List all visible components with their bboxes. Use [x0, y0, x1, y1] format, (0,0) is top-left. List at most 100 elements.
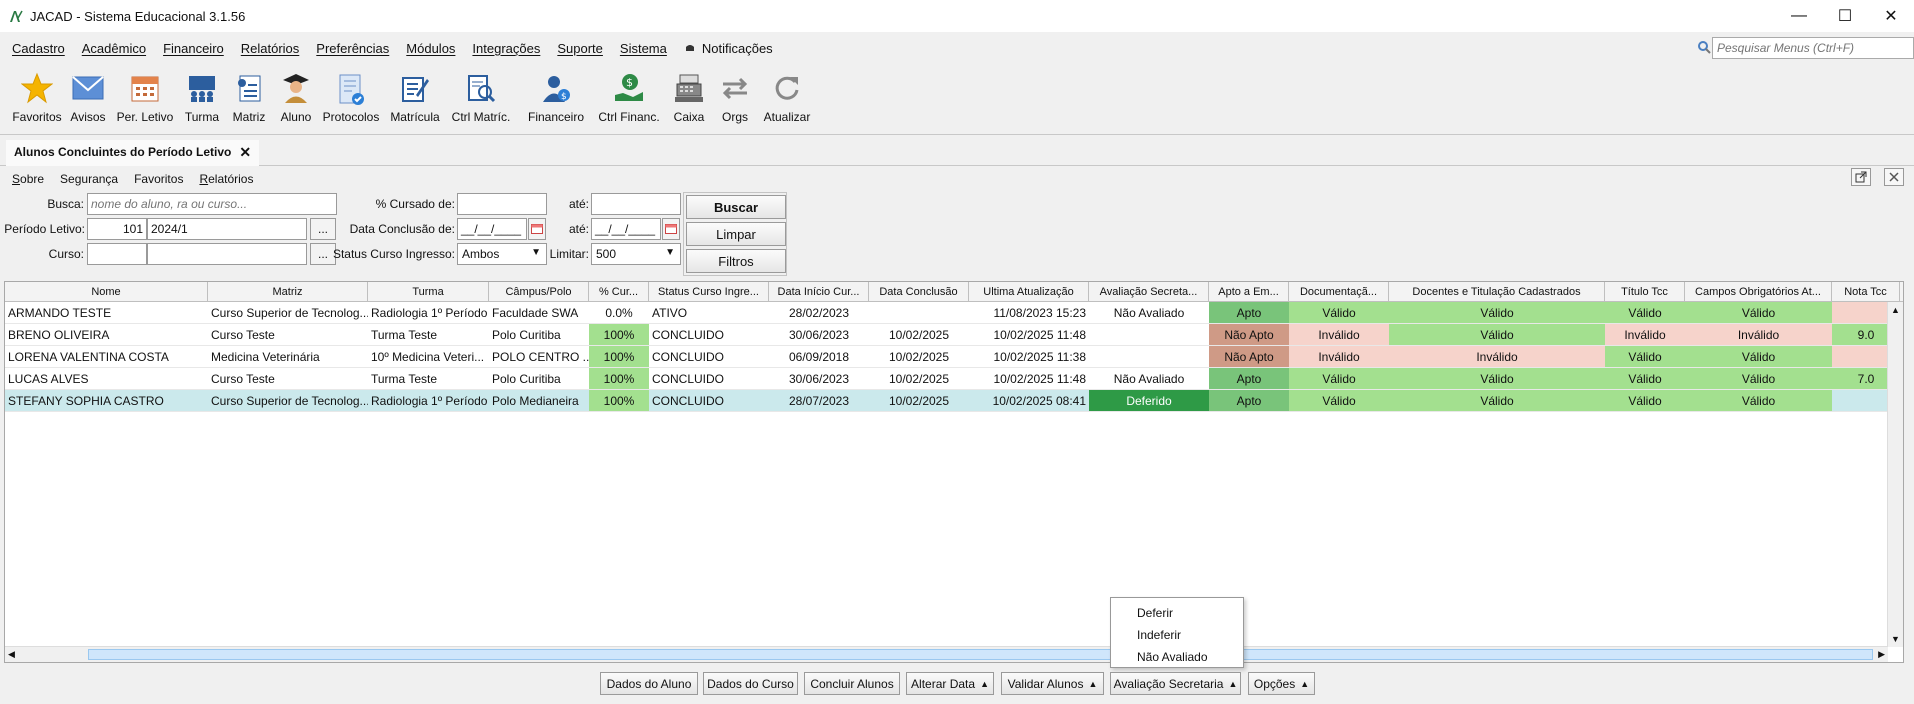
- column-header-docentes[interactable]: Docentes e Titulação Cadastrados: [1389, 282, 1605, 302]
- toolbar-caixa-button[interactable]: Caixa: [666, 64, 712, 132]
- limpar-button[interactable]: Limpar: [686, 222, 786, 246]
- tab-alunos-concluintes[interactable]: Alunos Concluintes do Período Letivo ✕: [6, 140, 260, 166]
- horizontal-scrollbar[interactable]: ◀ ▶: [5, 646, 1888, 662]
- menu-search-input[interactable]: [1713, 41, 1908, 55]
- menu-relatorios[interactable]: Relatórios: [241, 41, 300, 56]
- concluir-alunos-button[interactable]: Concluir Alunos: [804, 672, 900, 695]
- toolbar-orgs-button[interactable]: Orgs: [712, 64, 758, 132]
- table-row-selected[interactable]: STEFANY SOPHIA CASTRO Curso Superior de …: [5, 390, 1900, 412]
- toolbar-matricula-button[interactable]: Matrícula: [382, 64, 448, 132]
- menu-sistema[interactable]: Sistema: [620, 41, 667, 56]
- data-conclusao-ate-field[interactable]: __/__/____: [591, 218, 661, 240]
- toolbar-matriz-button[interactable]: Matriz: [226, 64, 272, 132]
- table-row[interactable]: LORENA VALENTINA COSTA Medicina Veteriná…: [5, 346, 1900, 368]
- column-header-data-conclusao[interactable]: Data Conclusão: [869, 282, 969, 302]
- cell-ultima-atualizacao: 10/02/2025 08:41: [969, 390, 1089, 412]
- busca-input[interactable]: [87, 193, 337, 215]
- validar-alunos-button[interactable]: Validar Alunos ▲: [1001, 672, 1104, 695]
- menu-notificacoes[interactable]: Notificações: [684, 41, 773, 56]
- menu-financeiro[interactable]: Financeiro: [163, 41, 224, 56]
- avaliacao-secretaria-button[interactable]: Avaliação Secretaria ▲: [1110, 672, 1241, 695]
- calendar-picker-icon[interactable]: [528, 218, 546, 240]
- curso-field[interactable]: [147, 243, 307, 265]
- detach-window-icon[interactable]: [1851, 168, 1871, 186]
- column-header-ultima-atualizacao[interactable]: Ultima Atualização: [969, 282, 1089, 302]
- submenu-relatorios[interactable]: Relatórios: [199, 172, 253, 186]
- curso-code-field[interactable]: [87, 243, 147, 265]
- protocol-icon: [333, 70, 369, 110]
- svg-text:$: $: [626, 76, 633, 89]
- submenu-favoritos[interactable]: Favoritos: [134, 172, 183, 186]
- toolbar-per-letivo-button[interactable]: Per. Letivo: [112, 64, 178, 132]
- column-header-apto[interactable]: Apto a Em...: [1209, 282, 1289, 302]
- toolbar-financeiro-button[interactable]: $ Financeiro: [520, 64, 592, 132]
- table-row[interactable]: ARMANDO TESTE Curso Superior de Tecnolog…: [5, 302, 1900, 324]
- menu-integracoes[interactable]: Integrações: [472, 41, 540, 56]
- calendar-picker-icon[interactable]: [662, 218, 680, 240]
- column-header-nome[interactable]: Nome: [5, 282, 208, 302]
- menu-preferencias[interactable]: Preferências: [316, 41, 389, 56]
- popup-item-indeferir[interactable]: Indeferir: [1137, 628, 1181, 642]
- toolbar-atualizar-button[interactable]: Atualizar: [758, 64, 816, 132]
- column-settings-icon[interactable]: [1900, 282, 1903, 302]
- table-row[interactable]: BRENO OLIVEIRA Curso Teste Turma Teste P…: [5, 324, 1900, 346]
- toolbar-protocolos-button[interactable]: Protocolos: [320, 64, 382, 132]
- dados-do-curso-button[interactable]: Dados do Curso: [703, 672, 798, 695]
- cell-campos-obrigatorios: Válido: [1685, 346, 1832, 368]
- menu-suporte[interactable]: Suporte: [557, 41, 603, 56]
- status-curso-select[interactable]: Ambos ▼: [457, 243, 547, 265]
- menu-academico[interactable]: Acadêmico: [82, 41, 146, 56]
- scroll-up-icon[interactable]: ▲: [1891, 305, 1900, 315]
- buscar-button[interactable]: Buscar: [686, 195, 786, 219]
- opcoes-button[interactable]: Opções ▲: [1248, 672, 1315, 695]
- table-row[interactable]: LUCAS ALVES Curso Teste Turma Teste Polo…: [5, 368, 1900, 390]
- vertical-scrollbar[interactable]: ▲ ▼: [1887, 302, 1903, 647]
- close-screen-icon[interactable]: [1884, 168, 1904, 186]
- dados-do-aluno-button[interactable]: Dados do Aluno: [600, 672, 698, 695]
- column-header-status[interactable]: Status Curso Ingre...: [649, 282, 769, 302]
- cursado-ate-field[interactable]: [591, 193, 681, 215]
- close-icon[interactable]: ✕: [1868, 0, 1914, 32]
- column-header-campus[interactable]: Câmpus/Polo: [489, 282, 589, 302]
- column-header-matriz[interactable]: Matriz: [208, 282, 368, 302]
- minimize-icon[interactable]: —: [1776, 0, 1822, 32]
- menu-modulos[interactable]: Módulos: [406, 41, 455, 56]
- periodo-letivo-lookup-button[interactable]: ...: [310, 218, 336, 240]
- column-header-turma[interactable]: Turma: [368, 282, 489, 302]
- periodo-letivo-field[interactable]: 2024/1: [147, 218, 307, 240]
- toolbar-turma-button[interactable]: Turma: [178, 64, 226, 132]
- submenu-sobre[interactable]: Sobre: [12, 172, 44, 186]
- toolbar-avisos-button[interactable]: Avisos: [64, 64, 112, 132]
- data-conclusao-ate-label: até:: [568, 222, 589, 236]
- popup-item-nao-avaliado[interactable]: Não Avaliado: [1137, 650, 1208, 664]
- scroll-right-icon[interactable]: ▶: [1878, 649, 1885, 660]
- column-header-campos-obrigatorios[interactable]: Campos Obrigatórios At...: [1685, 282, 1832, 302]
- filtros-button[interactable]: Filtros: [686, 249, 786, 273]
- cursado-de-field[interactable]: [457, 193, 547, 215]
- horizontal-scroll-thumb[interactable]: [88, 649, 1873, 660]
- column-header-data-inicio[interactable]: Data Início Cur...: [769, 282, 869, 302]
- data-conclusao-de-field[interactable]: __/__/____: [457, 218, 527, 240]
- column-header-titulo-tcc[interactable]: Título Tcc: [1605, 282, 1685, 302]
- column-header-nota-tcc[interactable]: Nota Tcc: [1832, 282, 1900, 302]
- popup-item-deferir[interactable]: Deferir: [1137, 606, 1173, 620]
- column-header-cursado[interactable]: % Cur...: [589, 282, 649, 302]
- column-header-documentacao[interactable]: Documentaçã...: [1289, 282, 1389, 302]
- toolbar-ctrl-financ-button[interactable]: $ Ctrl Financ.: [592, 64, 666, 132]
- alterar-data-button[interactable]: Alterar Data ▲: [906, 672, 994, 695]
- menu-cadastro[interactable]: Cadastro: [12, 41, 65, 56]
- toolbar-favoritos-button[interactable]: Favoritos: [10, 64, 64, 132]
- periodo-letivo-code-field[interactable]: 101: [87, 218, 147, 240]
- toolbar-aluno-button[interactable]: Aluno: [272, 64, 320, 132]
- column-header-avaliacao-secretaria[interactable]: Avaliação Secreta...: [1089, 282, 1209, 302]
- tab-close-icon[interactable]: ✕: [239, 144, 251, 161]
- scroll-left-icon[interactable]: ◀: [8, 649, 15, 660]
- finance-icon: $: [538, 70, 574, 106]
- cell-ultima-atualizacao: 10/02/2025 11:48: [969, 368, 1089, 390]
- button-label: Concluir Alunos: [810, 676, 894, 691]
- toolbar-ctrl-matric-button[interactable]: Ctrl Matríc.: [448, 64, 514, 132]
- maximize-icon[interactable]: ☐: [1822, 0, 1868, 32]
- scroll-down-icon[interactable]: ▼: [1891, 634, 1900, 644]
- submenu-seguranca[interactable]: Segurança: [60, 172, 118, 186]
- limitar-select[interactable]: 500 ▼: [591, 243, 681, 265]
